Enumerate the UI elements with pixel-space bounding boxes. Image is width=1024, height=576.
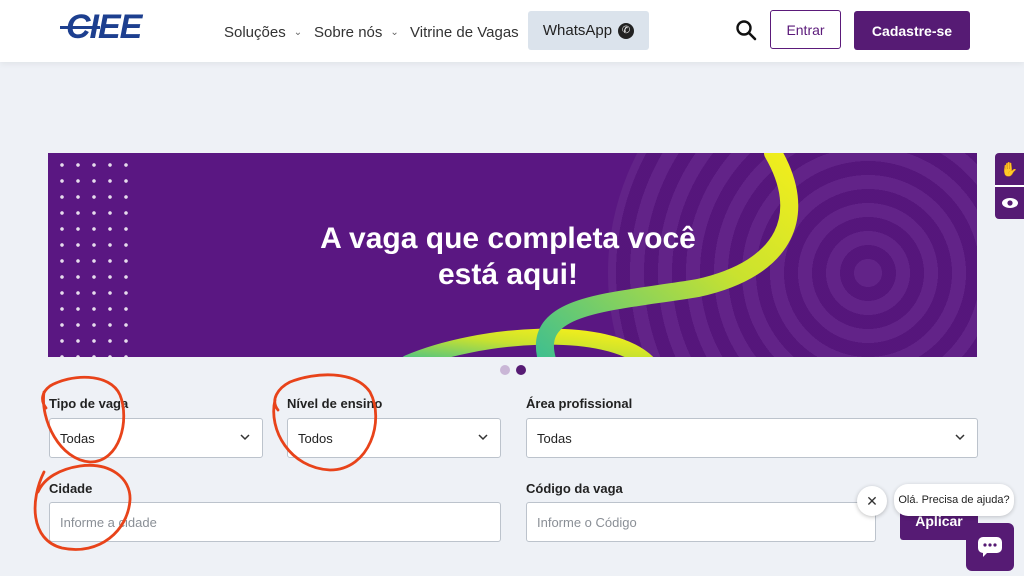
banner-title: A vaga que completa você está aqui! xyxy=(278,221,738,293)
nav-item-label: Vitrine de Vagas xyxy=(410,24,519,41)
logo-text: CIEE xyxy=(66,8,142,46)
whatsapp-icon: ✆ xyxy=(618,22,635,39)
codigo-vaga-placeholder: Informe o Código xyxy=(537,514,637,530)
cidade-placeholder: Informe a cidade xyxy=(60,514,157,530)
chevron-down-icon xyxy=(240,434,250,441)
signup-button[interactable]: Cadastre-se xyxy=(854,11,970,50)
carousel-dot-2[interactable] xyxy=(516,365,526,375)
tipo-vaga-value: Todas xyxy=(60,430,95,446)
chat-close-button[interactable]: ✕ xyxy=(857,486,887,516)
cidade-input[interactable]: Informe a cidade xyxy=(49,502,501,542)
area-profissional-select[interactable]: Todas xyxy=(526,418,978,458)
whatsapp-button[interactable]: WhatsApp ✆ xyxy=(528,11,649,50)
banner-title-line2: está aqui! xyxy=(437,258,579,291)
whatsapp-label: WhatsApp xyxy=(542,22,613,39)
area-profissional-value: Todas xyxy=(537,430,572,446)
nav-item-vitrine-de-vagas[interactable]: Vitrine de Vagas xyxy=(410,24,519,41)
accessibility-toolbar: ✋ xyxy=(995,153,1024,219)
chevron-down-icon: ⌄ xyxy=(390,27,399,38)
chevron-down-icon xyxy=(478,434,488,441)
codigo-vaga-input[interactable]: Informe o Código xyxy=(526,502,876,542)
chat-icon xyxy=(978,537,1002,557)
chevron-down-icon xyxy=(955,434,965,441)
nivel-ensino-select[interactable]: Todos xyxy=(287,418,501,458)
site-header: CIEE Soluções ⌄ Sobre nós ⌄ Vitrine de V… xyxy=(0,0,1024,62)
hero-banner[interactable]: A vaga que completa você está aqui! xyxy=(48,153,977,357)
login-button[interactable]: Entrar xyxy=(770,10,841,49)
banner-title-line1: A vaga que completa você xyxy=(320,222,696,255)
ciee-logo[interactable]: CIEE xyxy=(58,6,144,48)
tipo-vaga-label: Tipo de vaga xyxy=(49,396,129,411)
tipo-vaga-select[interactable]: Todas xyxy=(49,418,263,458)
sign-language-button[interactable]: ✋ xyxy=(995,153,1024,185)
hand-sign-icon: ✋ xyxy=(1000,160,1019,177)
nav-item-solucoes[interactable]: Soluções ⌄ xyxy=(224,24,302,41)
area-profissional-label: Área profissional xyxy=(526,396,633,411)
search-icon xyxy=(736,20,757,41)
search-button[interactable] xyxy=(734,18,758,42)
codigo-vaga-label: Código da vaga xyxy=(526,481,623,496)
chevron-down-icon: ⌄ xyxy=(293,27,303,38)
close-icon: ✕ xyxy=(866,492,878,509)
chat-launcher-button[interactable] xyxy=(966,523,1014,571)
carousel-dot-1[interactable] xyxy=(500,365,510,375)
visual-accessibility-button[interactable] xyxy=(995,187,1024,219)
nivel-ensino-value: Todos xyxy=(298,430,333,446)
nav-item-sobre-nos[interactable]: Sobre nós ⌄ xyxy=(314,24,399,41)
chat-greeting-bubble[interactable]: Olá. Precisa de ajuda? xyxy=(894,484,1014,516)
nivel-ensino-label: Nível de ensino xyxy=(287,396,383,411)
cidade-label: Cidade xyxy=(49,481,93,496)
nav-item-label: Soluções xyxy=(224,24,286,41)
nav-item-label: Sobre nós xyxy=(314,24,383,41)
eye-icon xyxy=(1001,198,1018,208)
carousel-indicators xyxy=(500,365,526,375)
